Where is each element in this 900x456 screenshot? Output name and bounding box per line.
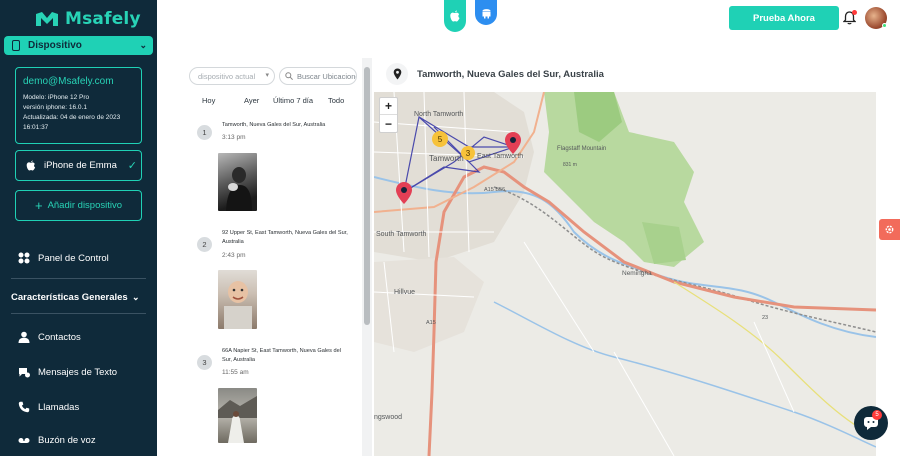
map-title: Tamworth, Nueva Gales del Sur, Australia xyxy=(417,69,604,80)
location-pin-button[interactable] xyxy=(386,63,408,85)
settings-button[interactable] xyxy=(879,219,900,240)
nav-messages[interactable]: Mensajes de Texto xyxy=(18,366,117,378)
account-card: demo@Msafely.com Modelo: iPhone 12 Pro v… xyxy=(15,67,142,144)
try-now-button[interactable]: Prueba Ahora xyxy=(729,6,839,30)
map-label: South Tamworth xyxy=(376,231,427,238)
gear-icon xyxy=(885,225,894,234)
phone-icon xyxy=(12,40,20,51)
device-filter-select[interactable]: dispositivo actual ▾ xyxy=(189,67,275,85)
entry-address[interactable]: Tamworth, Nueva Gales del Sur, Australia xyxy=(222,121,352,130)
location-photo[interactable] xyxy=(218,153,257,211)
brand-logo-icon xyxy=(36,12,58,26)
map-label: A15 B56 xyxy=(484,187,505,193)
last-updated-time: 16:01:37 xyxy=(23,124,49,131)
nav-control-panel-label: Panel de Control xyxy=(38,252,109,264)
device-item-emma[interactable]: iPhone de Emma ✓ xyxy=(15,150,142,181)
device-name: iPhone de Emma xyxy=(44,160,117,171)
account-email: demo@Msafely.com xyxy=(23,76,114,87)
check-icon: ✓ xyxy=(127,160,137,172)
divider xyxy=(11,278,146,279)
nav-contacts-label: Contactos xyxy=(38,331,81,343)
dashboard-icon xyxy=(18,252,30,264)
apple-icon xyxy=(26,160,36,171)
apple-icon xyxy=(450,10,460,22)
map-label: 23 xyxy=(762,315,768,321)
cluster-count[interactable]: 3 xyxy=(466,149,471,158)
entry-time: 11:55 am xyxy=(222,369,249,376)
map-label: Nemingha xyxy=(622,270,652,277)
chevron-down-icon: ⌄ xyxy=(132,292,140,302)
map-label: North Tamworth xyxy=(414,111,463,118)
chevron-down-icon: ⌄ xyxy=(139,40,147,50)
zoom-in-button[interactable]: + xyxy=(380,98,397,115)
notification-dot xyxy=(852,10,857,15)
nav-voicemail-label: Buzón de voz xyxy=(38,434,96,446)
nav-voicemail[interactable]: Buzón de voz xyxy=(18,434,96,446)
brand-name: Msafely xyxy=(65,9,141,29)
nav-contacts[interactable]: Contactos xyxy=(18,331,81,343)
brand[interactable]: Msafely xyxy=(34,8,141,30)
location-search-placeholder: Buscar Ubicaciones xyxy=(297,72,357,81)
tab-last-7-days[interactable]: Último 7 día xyxy=(273,96,313,105)
features-section-label: Características Generales xyxy=(11,292,128,303)
add-device-label: Añadir dispositivo xyxy=(47,200,123,211)
entry-number: 1 xyxy=(197,125,212,140)
map-label: Flagstaff Mountain xyxy=(557,146,606,152)
android-tab[interactable] xyxy=(475,0,497,25)
device-model: Modelo: iPhone 12 Pro xyxy=(23,94,90,101)
last-updated: Actualizada: 04 de enero de 2023 xyxy=(23,114,121,121)
search-icon xyxy=(285,72,293,80)
divider xyxy=(11,313,146,314)
nav-messages-label: Mensajes de Texto xyxy=(38,366,118,378)
device-filter-placeholder: dispositivo actual xyxy=(198,72,256,81)
chat-button[interactable] xyxy=(854,406,888,440)
map[interactable]: 5 3 North Tamworth Tamworth East Tamwort… xyxy=(374,92,876,456)
map-label: Tamworth xyxy=(429,154,464,163)
plus-icon: + xyxy=(34,198,43,213)
location-search-input[interactable]: Buscar Ubicaciones xyxy=(279,67,357,85)
cluster-count[interactable]: 5 xyxy=(438,135,443,144)
location-photo[interactable] xyxy=(218,388,257,443)
map-label: 831 m xyxy=(563,162,577,168)
zoom-control: + − xyxy=(379,97,398,133)
ios-tab[interactable] xyxy=(444,0,466,32)
map-canvas: 5 3 North Tamworth Tamworth East Tamwort… xyxy=(374,92,876,456)
device-version: versión iphone: 16.0.1 xyxy=(23,104,87,111)
location-pin-icon xyxy=(393,68,401,80)
tab-yesterday[interactable]: Ayer xyxy=(244,96,259,105)
nav-calls[interactable]: Llamadas xyxy=(18,401,79,413)
features-section-toggle[interactable]: Características Generales ⌄ xyxy=(11,292,140,303)
tab-today[interactable]: Hoy xyxy=(202,96,215,105)
voicemail-icon xyxy=(18,438,30,443)
device-section-toggle[interactable]: Dispositivo ⌄ xyxy=(4,36,153,55)
nav-control-panel[interactable]: Panel de Control xyxy=(18,252,109,264)
messages-icon xyxy=(19,368,30,378)
entry-address[interactable]: 92 Upper St, East Tamworth, Nueva Gales … xyxy=(222,229,352,247)
entry-address[interactable]: 66A Napier St, East Tamworth, Nueva Gale… xyxy=(222,347,352,365)
nav-calls-label: Llamadas xyxy=(38,401,80,413)
entry-number: 3 xyxy=(197,355,212,370)
tab-all[interactable]: Todo xyxy=(328,96,344,105)
map-label: ngswood xyxy=(374,414,402,421)
zoom-out-button[interactable]: − xyxy=(380,115,397,132)
online-status-dot xyxy=(882,23,887,28)
entry-time: 2:43 pm xyxy=(222,252,246,259)
add-device-button[interactable]: + Añadir dispositivo xyxy=(15,190,142,221)
android-icon xyxy=(482,8,490,18)
map-label: A15 xyxy=(426,320,436,326)
sidebar: Msafely Dispositivo ⌄ demo@Msafely.com M… xyxy=(0,0,157,456)
entry-number: 2 xyxy=(197,237,212,252)
phone-icon xyxy=(18,401,30,413)
chevron-down-icon: ▾ xyxy=(265,72,269,79)
location-photo[interactable] xyxy=(218,270,257,329)
map-label: Hillvue xyxy=(394,289,415,296)
entry-time: 3:13 pm xyxy=(222,134,246,141)
device-section-label: Dispositivo xyxy=(28,40,82,51)
scrollbar-thumb[interactable] xyxy=(364,67,370,325)
chat-badge: 5 xyxy=(872,410,882,420)
map-label: East Tamworth xyxy=(477,153,523,160)
contacts-icon xyxy=(18,331,30,343)
